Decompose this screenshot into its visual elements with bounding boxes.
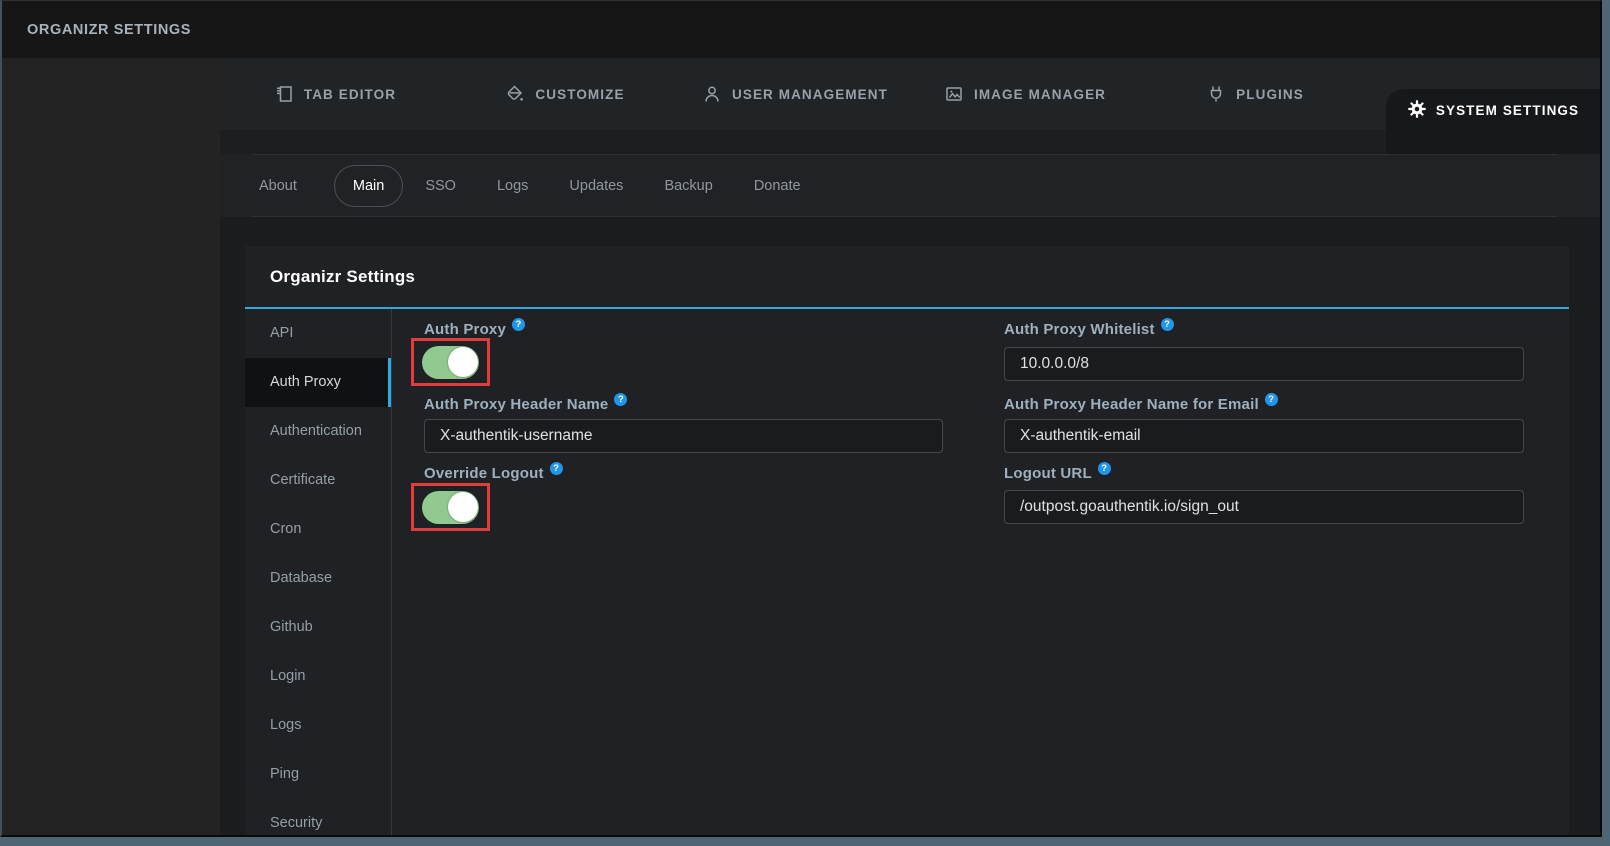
tab-plugins[interactable]: PLUGINS (1206, 84, 1304, 104)
help-icon[interactable]: ? (614, 393, 628, 406)
paint-bucket-icon (505, 84, 525, 104)
menu-item-authentication[interactable]: Authentication (245, 407, 391, 456)
primary-nav: TAB EDITOR CUSTOMIZE USER MANAGEMENT IMA… (220, 58, 1600, 154)
auth-proxy-whitelist-label: Auth Proxy Whitelist ? (1004, 318, 1174, 338)
sub-nav: About Main SSO Logs Updates Backup Donat… (220, 154, 1600, 217)
auth-proxy-toggle-on[interactable] (422, 345, 479, 379)
tab-label: TAB EDITOR (303, 86, 397, 102)
screenshot-frame: ORGANIZR SETTINGS TAB EDITOR CUSTOMIZE U… (0, 0, 1610, 846)
main-area: TAB EDITOR CUSTOMIZE USER MANAGEMENT IMA… (2, 58, 1600, 835)
plug-icon (1206, 84, 1226, 104)
auth-proxy-header-name-label: Auth Proxy Header Name ? (424, 393, 628, 413)
gear-icon (1407, 99, 1427, 122)
tab-label: USER MANAGEMENT (731, 86, 888, 102)
auth-proxy-whitelist-input[interactable] (1004, 347, 1524, 381)
tab-label: SYSTEM SETTINGS (1435, 103, 1580, 118)
toggle-knob (447, 347, 478, 377)
subtab-about[interactable]: About (259, 167, 297, 205)
app-window: ORGANIZR SETTINGS TAB EDITOR CUSTOMIZE U… (0, 0, 1602, 837)
subtab-updates[interactable]: Updates (569, 167, 623, 205)
auth-proxy-form: Auth Proxy ? Auth Proxy Header Name ? X-… (392, 309, 1569, 835)
toggle-knob (447, 492, 478, 522)
highlight-box (411, 338, 490, 386)
auth-proxy-label: Auth Proxy ? (424, 318, 526, 338)
help-icon[interactable]: ? (512, 318, 526, 331)
auth-proxy-header-name-input[interactable] (424, 419, 943, 453)
menu-item-login[interactable]: Login (245, 652, 391, 701)
user-icon (702, 84, 722, 104)
tab-customize[interactable]: CUSTOMIZE (505, 84, 624, 104)
tab-label: CUSTOMIZE (535, 86, 625, 102)
auth-proxy-header-email-label: Auth Proxy Header Name for Email ? (1004, 393, 1278, 413)
subtab-donate[interactable]: Donate (754, 167, 801, 205)
page-title: ORGANIZR SETTINGS (27, 21, 192, 38)
menu-item-security[interactable]: Security (245, 799, 391, 835)
menu-item-database[interactable]: Database (245, 554, 391, 603)
tab-tab-editor[interactable]: TAB EDITOR (274, 84, 396, 104)
logout-url-input[interactable] (1004, 490, 1524, 524)
content-area: TAB EDITOR CUSTOMIZE USER MANAGEMENT IMA… (220, 58, 1600, 835)
help-icon[interactable]: ? (1097, 462, 1111, 475)
panel-title: Organizr Settings (270, 266, 416, 286)
tab-label: PLUGINS (1236, 86, 1304, 102)
menu-item-ping[interactable]: Ping (245, 750, 391, 799)
highlight-box (411, 483, 490, 531)
top-bar: ORGANIZR SETTINGS (2, 1, 1600, 58)
subtab-logs[interactable]: Logs (497, 167, 528, 205)
menu-item-cron[interactable]: Cron (245, 505, 391, 554)
menu-item-api[interactable]: API (245, 309, 391, 358)
settings-menu: API Auth Proxy Authentication Certificat… (245, 309, 392, 835)
menu-item-auth-proxy-active[interactable]: Auth Proxy (245, 358, 391, 407)
tab-editor-icon (274, 84, 294, 104)
image-icon (944, 84, 964, 104)
tab-system-settings-active[interactable]: SYSTEM SETTINGS (1386, 89, 1600, 154)
panel-header: Organizr Settings (245, 246, 1569, 309)
menu-item-logs[interactable]: Logs (245, 701, 391, 750)
help-icon[interactable]: ? (1160, 318, 1174, 331)
subtab-main-active[interactable]: Main (333, 164, 404, 207)
subtab-sso[interactable]: SSO (425, 167, 456, 205)
left-spacer-column (2, 58, 220, 835)
override-logout-toggle-on[interactable] (422, 490, 479, 524)
menu-item-github[interactable]: Github (245, 603, 391, 652)
tab-label: IMAGE MANAGER (973, 86, 1107, 102)
settings-panel: Organizr Settings API Auth Proxy Authent… (245, 246, 1569, 835)
tab-user-management[interactable]: USER MANAGEMENT (702, 84, 888, 104)
override-logout-label: Override Logout ? (424, 462, 563, 482)
help-icon[interactable]: ? (1264, 393, 1278, 406)
logout-url-label: Logout URL ? (1004, 462, 1111, 482)
tab-image-manager[interactable]: IMAGE MANAGER (944, 84, 1106, 104)
auth-proxy-header-email-input[interactable] (1004, 419, 1524, 453)
help-icon[interactable]: ? (549, 462, 563, 475)
subtab-backup[interactable]: Backup (664, 167, 712, 205)
menu-item-certificate[interactable]: Certificate (245, 456, 391, 505)
